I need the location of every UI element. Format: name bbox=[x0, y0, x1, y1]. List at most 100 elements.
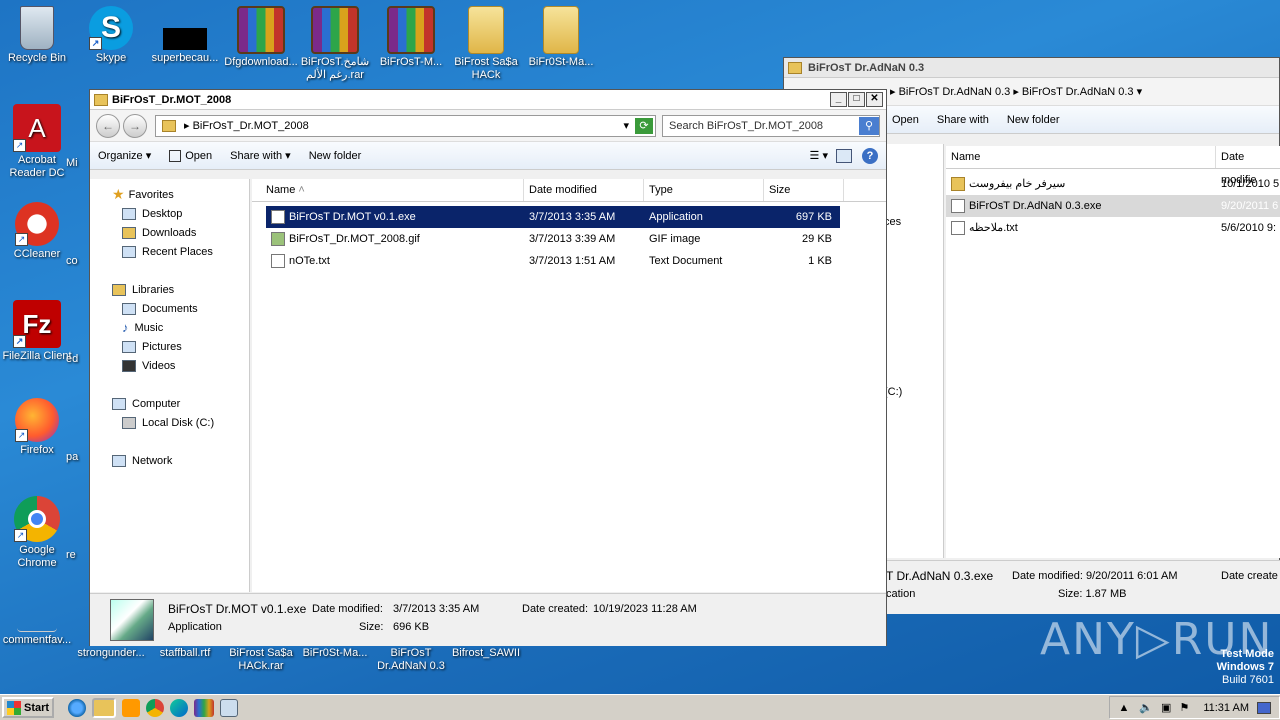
nav-downloads[interactable]: Downloads bbox=[112, 223, 249, 242]
open-button[interactable]: Open bbox=[892, 114, 919, 126]
file-list: Name ˄ Date modified Type Size BiFrOsT D… bbox=[252, 179, 886, 592]
file-name: ملاحظه.txt bbox=[969, 221, 1018, 234]
edge-icon[interactable] bbox=[170, 698, 188, 717]
winrar-taskbar-icon[interactable] bbox=[194, 698, 214, 717]
nav-pictures[interactable]: Pictures bbox=[112, 337, 249, 356]
file-size: 29 KB bbox=[802, 233, 832, 245]
help-icon[interactable]: ? bbox=[862, 147, 878, 164]
column-name[interactable]: Name ˄ bbox=[252, 179, 524, 201]
desktop-icon-filezilla[interactable]: Fz ↗ FileZilla Client bbox=[0, 300, 74, 363]
open-label: Open bbox=[185, 149, 213, 162]
internet-explorer-icon[interactable] bbox=[68, 698, 86, 717]
view-options-icon[interactable]: ☰ ▾ bbox=[810, 149, 828, 162]
desktop-icon-label: Recycle Bin bbox=[7, 52, 67, 64]
file-row[interactable]: nOTe.txt 3/7/2013 1:51 AM Text Document … bbox=[266, 250, 840, 272]
drive-icon bbox=[122, 416, 136, 429]
nav-local-disk[interactable]: Local Disk (C:) bbox=[112, 413, 249, 432]
forward-arrow-icon[interactable]: → bbox=[123, 113, 147, 138]
desktop-icon-bifrost-sawii[interactable]: Bifrost_SAWII bbox=[449, 647, 523, 660]
nav-label: Videos bbox=[142, 359, 176, 372]
maximize-icon[interactable]: □ bbox=[848, 92, 865, 107]
column-name[interactable]: Name bbox=[946, 146, 1216, 168]
column-type[interactable]: Type bbox=[644, 179, 764, 201]
file-date: 3/7/2013 3:39 AM bbox=[529, 233, 616, 245]
file-row[interactable]: BiFrOsT Dr.AdNaN 0.3.exe 9/20/2011 6 bbox=[946, 195, 1280, 217]
window-title-bar[interactable]: BiFrOsT Dr.AdNaN 0.3 bbox=[784, 58, 1279, 78]
column-size[interactable]: Size bbox=[764, 179, 844, 201]
desktop-icon-staffball[interactable]: staffball.rtf bbox=[148, 647, 222, 660]
desktop-icon-bifrost-saga-rar[interactable]: BiFrost Sa$a HACk.rar bbox=[224, 647, 298, 673]
desktop-icon-strongunder[interactable]: strongunder... bbox=[74, 647, 148, 660]
desktop-icon-recycle-bin[interactable]: Recycle Bin bbox=[0, 6, 74, 65]
clock[interactable]: 11:31 AM bbox=[1203, 702, 1249, 714]
nav-videos[interactable]: Videos bbox=[112, 356, 249, 375]
refresh-icon[interactable]: ⟳ bbox=[635, 117, 653, 134]
explorer-icon[interactable] bbox=[92, 697, 116, 718]
breadcrumb[interactable]: ▸ BiFrOsT_Dr.MOT_2008 ▾ ⟳ bbox=[155, 114, 656, 137]
start-button[interactable]: Start bbox=[2, 697, 54, 718]
network-tray-icon[interactable]: ▣ bbox=[1161, 701, 1171, 714]
new-folder-button[interactable]: New folder bbox=[309, 150, 362, 162]
desktop-icon-dfgdownload[interactable]: Dfgdownload... bbox=[224, 6, 298, 69]
breadcrumb[interactable]: ▸ BiFrOsT Dr.AdNaN 0.3 ▸ BiFrOsT Dr.AdNa… bbox=[890, 85, 1142, 98]
desktop-icon-skype[interactable]: S ↗ Skype bbox=[74, 6, 148, 65]
file-row[interactable]: BiFrOsT Dr.MOT v0.1.exe 3/7/2013 3:35 AM… bbox=[266, 206, 840, 228]
preview-pane-icon[interactable] bbox=[836, 148, 852, 163]
column-date-modified[interactable]: Date modified bbox=[524, 179, 644, 201]
search-icon[interactable]: ⚲ bbox=[859, 116, 879, 135]
desktop-icon-label: BiFrost Sa$a HACk bbox=[454, 56, 518, 81]
desktop-icon-acrobat[interactable]: A ↗ Acrobat Reader DC bbox=[0, 104, 74, 180]
notepad-icon[interactable] bbox=[220, 698, 238, 717]
nav-desktop[interactable]: Desktop bbox=[112, 204, 249, 223]
window-title-bar[interactable]: BiFrOsT_Dr.MOT_2008 _ □ ✕ bbox=[90, 90, 886, 110]
breadcrumb-item[interactable]: BiFrOsT Dr.AdNaN 0.3 bbox=[1022, 86, 1134, 98]
organize-button[interactable]: Organize ▾ bbox=[98, 149, 151, 163]
organize-label: Organize bbox=[98, 149, 143, 162]
nav-favorites[interactable]: ★ Favorites bbox=[112, 185, 249, 204]
nav-label: Libraries bbox=[132, 283, 175, 296]
details-modified-label: Date modified: bbox=[312, 603, 383, 615]
speaker-icon[interactable]: 🔈 bbox=[1139, 701, 1153, 714]
share-with-button[interactable]: Share with bbox=[937, 114, 989, 126]
breadcrumb-item[interactable]: BiFrOsT_Dr.MOT_2008 bbox=[193, 120, 624, 132]
desktop-icon-bifrost-adnan[interactable]: BiFrOsT Dr.AdNaN 0.3 bbox=[374, 647, 448, 673]
open-button[interactable]: Open bbox=[169, 149, 213, 162]
desktop-icon-commentfav[interactable]: commentfav... bbox=[0, 594, 74, 647]
explorer-window-mot[interactable]: BiFrOsT_Dr.MOT_2008 _ □ ✕ ← → ▸ BiFrOsT_… bbox=[89, 89, 887, 646]
start-label: Start bbox=[24, 701, 50, 714]
desktop-icon-bifrost-arabic-rar[interactable]: BiFrOsT.شامخ رغم الألم.rar bbox=[298, 6, 372, 82]
back-arrow-icon[interactable]: ← bbox=[96, 113, 120, 138]
chrome-taskbar-icon[interactable] bbox=[146, 698, 164, 717]
breadcrumb-item[interactable]: BiFrOsT Dr.AdNaN 0.3 bbox=[899, 86, 1011, 98]
desktop-icon-firefox[interactable]: ↗ Firefox bbox=[0, 398, 74, 457]
file-type: GIF image bbox=[649, 233, 701, 245]
desktop-icon-ccleaner[interactable]: ↗ CCleaner bbox=[0, 202, 74, 261]
nav-music[interactable]: ♪ Music bbox=[112, 318, 249, 337]
close-icon[interactable]: ✕ bbox=[866, 92, 883, 107]
column-date-modified[interactable]: Date modifie bbox=[1216, 146, 1280, 186]
desktop-icon-bifrost-m-rar[interactable]: BiFrOsT-M... bbox=[374, 6, 448, 69]
show-hidden-icons-icon[interactable]: ▲ bbox=[1118, 702, 1129, 714]
new-folder-button[interactable]: New folder bbox=[1007, 114, 1060, 126]
nav-computer[interactable]: Computer bbox=[112, 394, 249, 413]
desktop-icon-bifrost-saga[interactable]: BiFrost Sa$a HACk bbox=[449, 6, 523, 82]
flag-icon[interactable]: ⚑ bbox=[1179, 701, 1189, 714]
desktop-icon-bifrost-ma[interactable]: BiFr0St-Ma... bbox=[524, 6, 598, 69]
chevron-down-icon[interactable]: ▾ bbox=[623, 119, 629, 132]
desktop-icon-bifrost-ma2[interactable]: BiFr0St-Ma... bbox=[298, 647, 372, 660]
media-player-icon[interactable] bbox=[122, 698, 140, 717]
desktop-icon-label: BiFrOsT Dr.AdNaN 0.3 bbox=[377, 647, 445, 672]
file-row[interactable]: BiFrOsT_Dr.MOT_2008.gif 3/7/2013 3:39 AM… bbox=[266, 228, 840, 250]
nav-libraries[interactable]: Libraries bbox=[112, 280, 249, 299]
file-row[interactable]: ملاحظه.txt 5/6/2010 9: bbox=[946, 217, 1280, 239]
chevron-down-icon[interactable]: ▾ bbox=[1137, 86, 1143, 98]
nav-recent-places[interactable]: Recent Places bbox=[112, 242, 249, 261]
desktop-icon-superbecau[interactable]: superbecau... bbox=[148, 6, 222, 65]
search-input[interactable]: Search BiFrOsT_Dr.MOT_2008 ⚲ bbox=[662, 114, 880, 137]
share-with-button[interactable]: Share with ▾ bbox=[230, 149, 291, 163]
minimize-icon[interactable]: _ bbox=[830, 92, 847, 107]
nav-network[interactable]: Network bbox=[112, 451, 249, 470]
nav-documents[interactable]: Documents bbox=[112, 299, 249, 318]
desktop-icon-chrome[interactable]: ↗ Google Chrome bbox=[0, 496, 74, 570]
show-desktop-icon[interactable] bbox=[1257, 701, 1271, 714]
